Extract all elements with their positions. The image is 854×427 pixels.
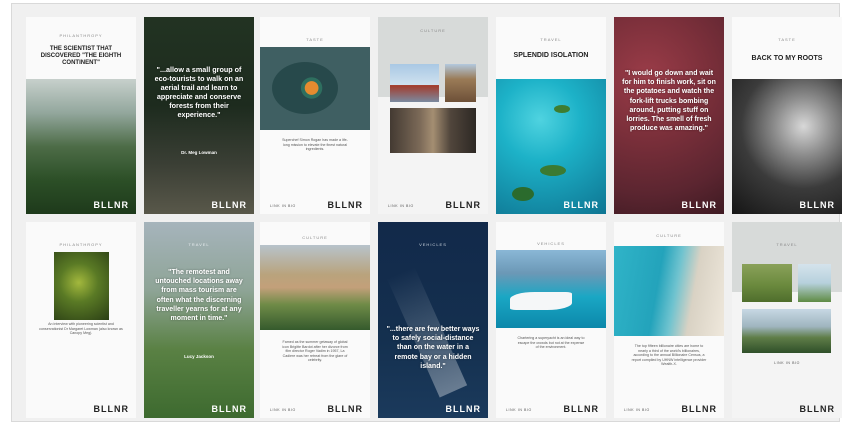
lake-town-photo	[742, 309, 831, 353]
brand-logo: BLLNR	[93, 200, 129, 210]
card-body: An interview with pioneering scientist a…	[39, 322, 123, 336]
brand-logo: BLLNR	[563, 200, 599, 210]
card-taste-rogan[interactable]: TASTE Superchef Simon Rogan has made a l…	[260, 17, 370, 214]
card-headline: THE SCIENTIST THAT DISCOVERED "THE EIGHT…	[40, 46, 122, 66]
card-category: CULTURE	[302, 235, 328, 240]
island-shape	[512, 187, 534, 201]
plate-shape	[272, 62, 338, 114]
card-category: CULTURE	[656, 233, 682, 238]
card-headline: SPLENDID ISOLATION	[513, 52, 589, 59]
quote-text: "...there are few better ways to safely …	[386, 326, 480, 370]
brand-logo: BLLNR	[211, 404, 247, 414]
brand-logo: BLLNR	[211, 200, 247, 210]
card-philanthropy-scientist[interactable]: PHILANTHROPY THE SCIENTIST THAT DISCOVER…	[26, 17, 136, 214]
card-category: VEHICLES	[537, 241, 565, 246]
link-in-bio[interactable]: LINK IN BIO	[270, 204, 296, 208]
chef-portrait-image	[732, 79, 842, 214]
card-category: PHILANTHROPY	[59, 33, 103, 38]
link-in-bio[interactable]: LINK IN BIO	[732, 361, 842, 366]
quote-text: "The remotest and untouched locations aw…	[155, 269, 243, 323]
city-bridge-photo	[390, 108, 476, 153]
brand-logo: BLLNR	[799, 200, 835, 210]
card-taste-roots[interactable]: TASTE BACK TO MY ROOTS BLLNR	[732, 17, 842, 214]
card-category: VEHICLES	[419, 242, 447, 247]
brand-logo: BLLNR	[681, 200, 717, 210]
brand-logo: BLLNR	[563, 404, 599, 414]
card-category: TRAVEL	[540, 37, 562, 42]
link-in-bio[interactable]: LINK IN BIO	[506, 408, 532, 412]
card-quote-lowman[interactable]: "...allow a small group of eco-tourists …	[144, 17, 254, 214]
island-shape	[540, 165, 566, 176]
quote-text: "...allow a small group of eco-tourists …	[154, 65, 244, 119]
card-body: Superchef Simon Rogan has made a life-lo…	[282, 138, 348, 152]
link-in-bio[interactable]: LINK IN BIO	[624, 408, 650, 412]
link-in-bio[interactable]: LINK IN BIO	[270, 408, 296, 412]
villa-image	[260, 245, 370, 330]
yacht-image	[496, 250, 606, 328]
brand-logo: BLLNR	[445, 404, 481, 414]
card-category: CULTURE	[420, 28, 446, 33]
card-vehicles-superyacht[interactable]: VEHICLES Chartering a superyacht is an i…	[496, 222, 606, 418]
yacht-shape	[510, 292, 572, 310]
leaf-photo	[54, 252, 109, 320]
island-shape	[554, 105, 570, 113]
card-quote-vehicles[interactable]: VEHICLES "...there are few better ways t…	[378, 222, 488, 418]
brand-logo: BLLNR	[681, 404, 717, 414]
palm-photo	[798, 264, 831, 302]
brand-logo: BLLNR	[327, 404, 363, 414]
quote-text: "I would go down and wait for him to fin…	[622, 70, 716, 133]
card-quote-produce[interactable]: "I would go down and wait for him to fin…	[614, 17, 724, 214]
card-body: Famed as the summer getaway of global ic…	[282, 340, 348, 363]
card-headline: BACK TO MY ROOTS	[751, 55, 823, 62]
tower-photo	[445, 64, 476, 102]
brand-logo: BLLNR	[93, 404, 129, 414]
vineyard-photo	[742, 264, 792, 302]
coastal-city-image	[614, 246, 724, 336]
card-category: PHILANTHROPY	[59, 242, 103, 247]
card-category: TASTE	[306, 37, 324, 42]
card-body: Chartering a superyacht is an ideal way …	[517, 336, 585, 350]
card-category: TRAVEL	[188, 242, 210, 247]
card-category: TASTE	[778, 37, 796, 42]
quote-author: Dr. Meg Lowman	[181, 150, 217, 155]
bridge-photo	[390, 64, 439, 102]
brand-logo: BLLNR	[445, 200, 481, 210]
card-body: The top fifteen billionaire cities are h…	[631, 344, 707, 367]
card-culture-billionaires[interactable]: CULTURE The top fifteen billionaire citi…	[614, 222, 724, 418]
card-culture-collage[interactable]: CULTURE LINK IN BIO BLLNR	[378, 17, 488, 214]
link-in-bio[interactable]: LINK IN BIO	[388, 204, 414, 208]
card-travel-collage[interactable]: TRAVEL LINK IN BIO BLLNR	[732, 222, 842, 418]
card-travel-isolation[interactable]: TRAVEL SPLENDID ISOLATION BLLNR	[496, 17, 606, 214]
card-quote-jackson[interactable]: TRAVEL "The remotest and untouched locat…	[144, 222, 254, 418]
brand-logo: BLLNR	[327, 200, 363, 210]
quote-author: Lucy Jackson	[184, 354, 214, 359]
card-culture-bardot[interactable]: CULTURE Famed as the summer getaway of g…	[260, 222, 370, 418]
card-philanthropy-interview[interactable]: PHILANTHROPY An interview with pioneerin…	[26, 222, 136, 418]
card-category: TRAVEL	[776, 242, 798, 247]
forest-mist-image	[26, 79, 136, 214]
brand-logo: BLLNR	[799, 404, 835, 414]
